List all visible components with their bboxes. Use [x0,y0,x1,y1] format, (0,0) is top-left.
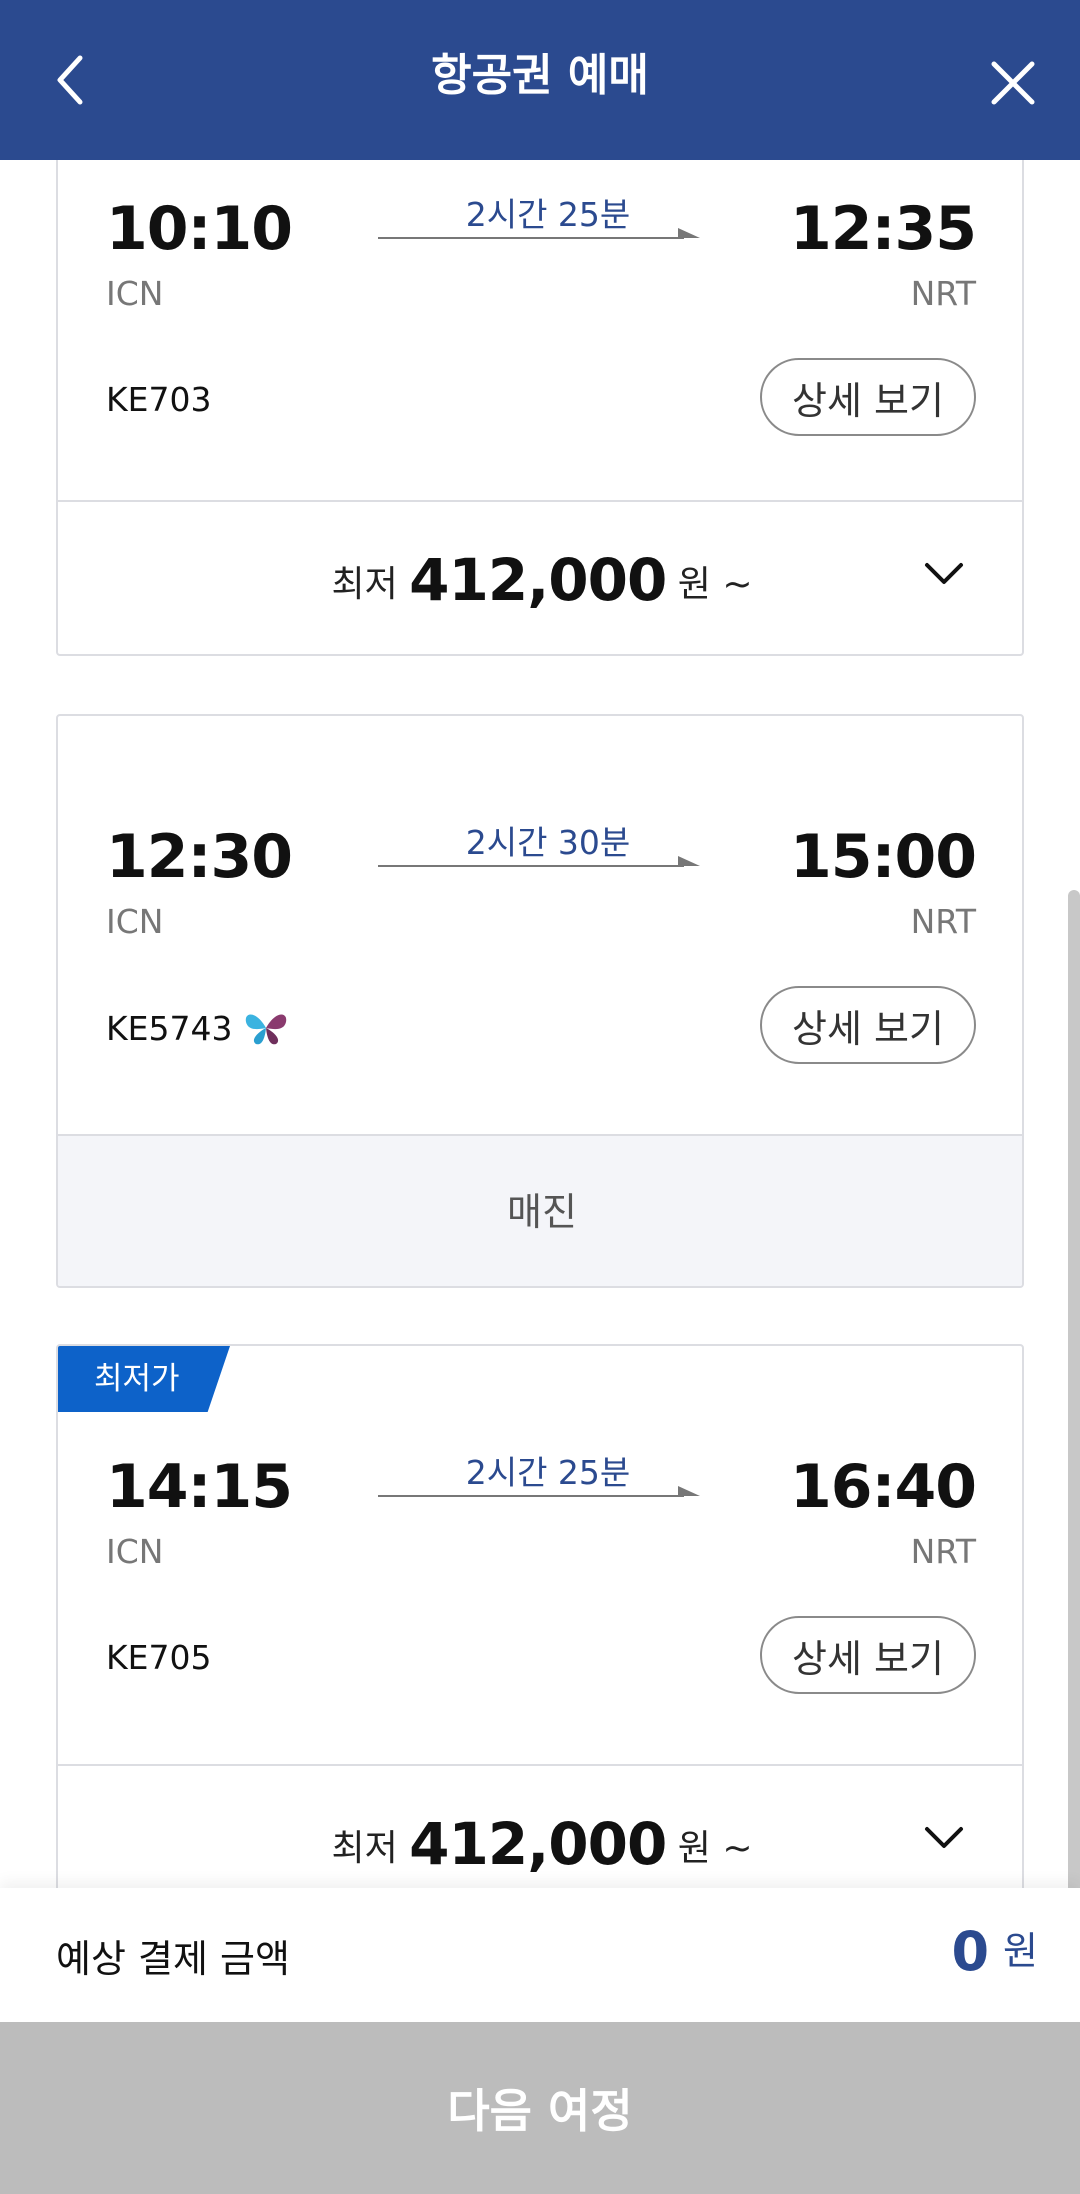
arrival-airport: NRT [910,1532,976,1571]
next-journey-button[interactable]: 다음 여정 [0,2022,1080,2194]
arrow-right-icon [378,856,700,867]
departure-time: 14:15 [106,1452,293,1522]
total-amount-unit: 원 [1003,1929,1038,1973]
flight-list[interactable]: 2시간 25분 10:10 ICN 12:35 NRT KE703 상세 보기 … [0,160,1080,1888]
departure-airport: ICN [106,902,164,941]
price-prefix: 최저 [331,1828,398,1869]
detail-button[interactable]: 상세 보기 [760,358,976,436]
close-icon[interactable] [990,60,1036,106]
price-amount: 412,000 [409,1810,667,1878]
arrival-time: 12:35 [790,194,977,264]
flight-card[interactable]: 2시간 30분 12:30 ICN 15:00 NRT KE5743 상세 보기… [56,714,1024,1288]
departure-time: 12:30 [106,822,293,892]
detail-button[interactable]: 상세 보기 [760,1616,976,1694]
total-amount: 0원 [951,1920,1038,1983]
total-label: 예상 결제 금액 [56,1937,290,1981]
total-amount-value: 0 [951,1920,990,1983]
price-row[interactable]: 최저 412,000 원 ~ [58,1766,1022,1888]
flight-card[interactable]: 최저가 2시간 25분 14:15 ICN 16:40 NRT KE705 상세… [56,1344,1024,1888]
flight-number: KE703 [106,380,211,419]
app-header: 항공권 예매 [0,0,1080,160]
chevron-down-icon[interactable] [924,562,964,586]
flight-number: KE705 [106,1638,211,1677]
price-prefix: 최저 [331,564,398,605]
page-title: 항공권 예매 [431,50,649,101]
butterfly-icon [246,1014,287,1045]
price-row[interactable]: 최저 412,000 원 ~ [58,502,1022,652]
price-suffix: 원 ~ [677,564,753,605]
arrival-time: 15:00 [790,822,977,892]
flight-card[interactable]: 2시간 25분 10:10 ICN 12:35 NRT KE703 상세 보기 … [56,160,1024,656]
flight-number-text: KE703 [106,380,212,419]
arrow-right-icon [378,228,700,239]
lowest-price-badge: 최저가 [58,1346,230,1412]
flight-number-text: KE5743 [106,1008,233,1048]
lowest-price: 최저 412,000 원 ~ [58,546,1022,614]
price-amount: 412,000 [409,546,667,614]
chevron-down-icon[interactable] [924,1826,964,1850]
arrival-airport: NRT [910,274,976,313]
flight-number-text: KE705 [106,1638,212,1677]
flight-number: KE5743 [106,1008,290,1048]
arrow-right-icon [378,1486,700,1497]
detail-button[interactable]: 상세 보기 [760,986,976,1064]
departure-time: 10:10 [106,194,293,264]
total-payment-bar: 예상 결제 금액 0원 [0,1888,1080,2022]
departure-airport: ICN [106,274,164,313]
arrival-time: 16:40 [790,1452,977,1522]
lowest-price: 최저 412,000 원 ~ [58,1810,1022,1878]
price-suffix: 원 ~ [677,1828,753,1869]
sold-out-status: 매진 [58,1136,1022,1286]
departure-airport: ICN [106,1532,164,1571]
arrival-airport: NRT [910,902,976,941]
